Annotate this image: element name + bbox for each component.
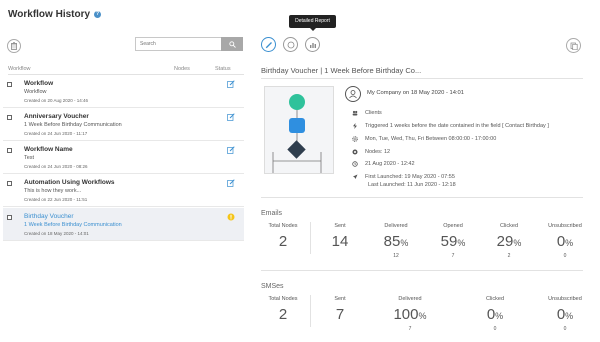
search-input[interactable] [135, 37, 221, 51]
list-item-selected[interactable]: Birthday Voucher 1 Week Before Birthday … [3, 208, 244, 241]
copy-button[interactable] [566, 38, 581, 53]
condition-node [287, 140, 306, 159]
row-checkbox[interactable] [7, 148, 12, 153]
search-button[interactable] [221, 37, 243, 51]
row-checkbox[interactable] [7, 115, 12, 120]
copy-icon [570, 42, 578, 50]
last-launched: Last Launched: 11 Jun 2020 - 12:18 [368, 182, 456, 188]
lightning-icon [352, 123, 358, 129]
edit-workflow-button[interactable] [261, 37, 276, 52]
detail-title: Birthday Voucher | 1 Week Before Birthda… [261, 66, 422, 75]
edit-icon[interactable] [227, 179, 235, 187]
list-item[interactable]: Automation Using Workflows This is how t… [3, 174, 244, 207]
smses-unsubscribed: Unsubscribed 0% 0 [548, 296, 582, 332]
divider [261, 270, 583, 271]
col-status: Status [215, 66, 231, 72]
edit-icon[interactable] [227, 113, 235, 121]
edit-icon[interactable] [227, 146, 235, 154]
search-icon [228, 40, 236, 48]
stop-icon [287, 41, 294, 48]
smses-clicked: Clicked 0% 0 [485, 296, 505, 332]
schedule-row: Mon, Tue, Wed, Thu, Fri Between 08:00:00… [352, 136, 496, 142]
emails-unsubscribed: Unsubscribed 0% 0 [548, 223, 582, 259]
search-box [135, 37, 243, 51]
launch-row: First Launched: 19 May 2020 - 07:55 [352, 174, 455, 180]
row-checkbox[interactable] [7, 82, 12, 87]
smses-delivered: Delivered 100% 7 [393, 296, 427, 332]
workflow-preview[interactable] [264, 86, 334, 174]
bar-chart-icon [309, 42, 316, 48]
detailed-report-button[interactable] [305, 37, 320, 52]
action-node [289, 118, 305, 133]
pencil-icon [265, 41, 272, 48]
gear-icon [352, 136, 358, 142]
list-item[interactable]: Workflow Name Test Created on 24 Jun 202… [3, 141, 244, 174]
delete-button[interactable] [7, 39, 21, 53]
node-icon [352, 149, 358, 155]
divider [261, 78, 583, 79]
start-node [289, 94, 305, 110]
users-icon [352, 110, 358, 116]
stop-workflow-button[interactable] [283, 37, 298, 52]
row-checkbox[interactable] [7, 215, 12, 220]
warning-icon[interactable] [227, 213, 235, 221]
list-header: Workflow Nodes Status [8, 66, 244, 74]
tooltip: Detailed Report [289, 15, 336, 31]
list-item[interactable]: Anniversary Voucher 1 Week Before Birthd… [3, 108, 244, 141]
nodes-row: Nodes: 12 [352, 149, 390, 155]
history-icon [352, 161, 358, 167]
col-workflow: Workflow [8, 66, 31, 72]
smses-sent: Sent 7 [334, 296, 346, 323]
user-avatar-icon [345, 86, 361, 102]
modified-row: 21 Aug 2020 - 12:42 [352, 161, 415, 167]
edit-icon[interactable] [227, 80, 235, 88]
row-checkbox[interactable] [7, 181, 12, 186]
list-item[interactable]: Workflow Workflow Created on 20 Aug 2020… [3, 75, 244, 108]
rocket-icon [352, 174, 358, 180]
help-icon[interactable]: ? [94, 11, 102, 18]
emails-title: Emails [261, 210, 283, 217]
audience-row: Clients [352, 110, 382, 116]
smses-title: SMSes [261, 283, 284, 290]
owner-info: My Company on 18 May 2020 - 14:01 [367, 90, 464, 96]
divider [261, 197, 583, 198]
col-nodes: Nodes [174, 66, 190, 72]
trash-icon [11, 42, 17, 50]
trigger-row: Triggered 1 weeks before the date contai… [352, 123, 549, 129]
page-title: Workflow History ? [8, 9, 102, 20]
